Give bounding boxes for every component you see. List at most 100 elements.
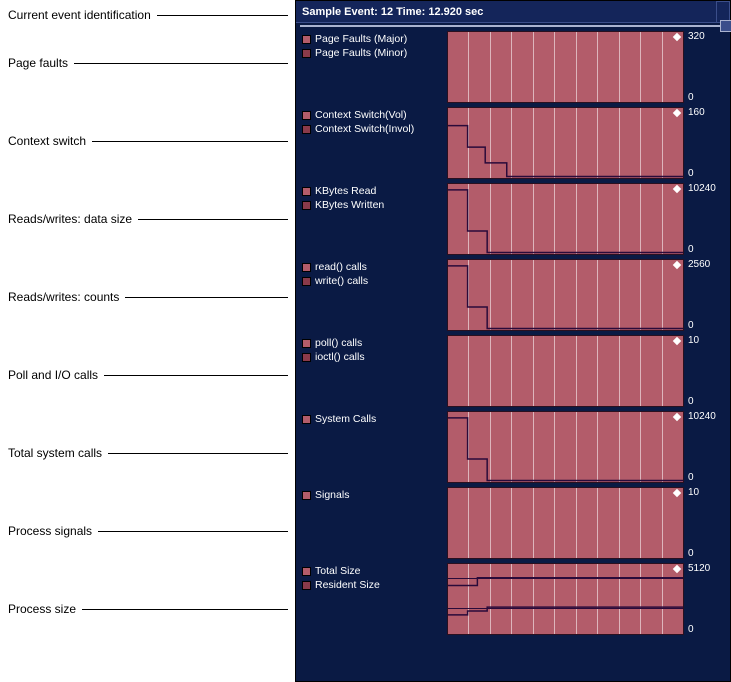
timeline-handle-icon[interactable]: [720, 20, 731, 32]
legend-text: KBytes Written: [315, 199, 384, 211]
legend: read() calls write() calls: [302, 259, 447, 331]
legend-item[interactable]: Page Faults (Major): [302, 33, 447, 45]
y-max: 320: [688, 31, 724, 42]
annotation-label: Page faults: [8, 56, 288, 70]
legend-swatch-icon: [302, 415, 311, 424]
chart-row: Total Size Resident Size 5120 0: [302, 563, 724, 635]
legend-item[interactable]: Context Switch(Invol): [302, 123, 447, 135]
timeline-separator[interactable]: [300, 25, 726, 27]
y-scale: 2560 0: [684, 259, 724, 331]
legend-text: poll() calls: [315, 337, 362, 349]
legend-item[interactable]: write() calls: [302, 275, 447, 287]
legend-item[interactable]: KBytes Read: [302, 185, 447, 197]
chart-plot[interactable]: [447, 563, 684, 635]
y-min: 0: [688, 472, 724, 483]
annotation-label: Total system calls: [8, 446, 288, 460]
legend-text: Context Switch(Vol): [315, 109, 407, 121]
annotation-label: Poll and I/O calls: [8, 368, 288, 382]
y-scale: 10240 0: [684, 411, 724, 483]
chart-row: Context Switch(Vol) Context Switch(Invol)…: [302, 107, 724, 179]
y-scale: 5120 0: [684, 563, 724, 635]
legend-swatch-icon: [302, 111, 311, 120]
chart-plot[interactable]: [447, 411, 684, 483]
legend-text: Resident Size: [315, 579, 380, 591]
legend-swatch-icon: [302, 339, 311, 348]
legend-swatch-icon: [302, 567, 311, 576]
annotation-label: Context switch: [8, 134, 288, 148]
chart-row: System Calls 10240 0: [302, 411, 724, 483]
legend-text: KBytes Read: [315, 185, 376, 197]
y-max: 5120: [688, 563, 724, 574]
legend-item[interactable]: Signals: [302, 489, 447, 501]
usage-viewer-panel: Sample Event: 12 Time: 12.920 sec Page F…: [295, 0, 731, 682]
y-max: 160: [688, 107, 724, 118]
chart-row: KBytes Read KBytes Written 102400: [302, 183, 724, 255]
legend: Page Faults (Major) Page Faults (Minor): [302, 31, 447, 103]
chart-plot[interactable]: [447, 335, 684, 407]
legend-swatch-icon: [302, 201, 311, 210]
legend-item[interactable]: poll() calls: [302, 337, 447, 349]
y-max: 10: [688, 487, 724, 498]
chart-plot[interactable]: [447, 487, 684, 559]
y-scale: 10 0: [684, 335, 724, 407]
legend-text: write() calls: [315, 275, 368, 287]
legend-text: Page Faults (Minor): [315, 47, 407, 59]
y-scale: 10 0: [684, 487, 724, 559]
legend-item[interactable]: read() calls: [302, 261, 447, 273]
y-max: 10240: [688, 183, 724, 194]
y-scale: 1600: [684, 107, 724, 179]
y-scale: 320 0: [684, 31, 724, 103]
y-max: 10240: [688, 411, 724, 422]
legend-item[interactable]: Page Faults (Minor): [302, 47, 447, 59]
legend-text: ioctl() calls: [315, 351, 365, 363]
legend-item[interactable]: Resident Size: [302, 579, 447, 591]
legend-text: Signals: [315, 489, 349, 501]
legend-text: System Calls: [315, 413, 376, 425]
chart-plot[interactable]: [447, 259, 684, 331]
legend-text: Total Size: [315, 565, 361, 577]
legend-text: Page Faults (Major): [315, 33, 407, 45]
annotation-label: Reads/writes: counts: [8, 290, 288, 304]
y-scale: 102400: [684, 183, 724, 255]
chart-row: read() calls write() calls 2560 0: [302, 259, 724, 331]
legend-swatch-icon: [302, 49, 311, 58]
legend-item[interactable]: Context Switch(Vol): [302, 109, 447, 121]
y-max: 10: [688, 335, 724, 346]
annotation-label: Process signals: [8, 524, 288, 538]
legend-item[interactable]: ioctl() calls: [302, 351, 447, 363]
annotation-label: Process size: [8, 602, 288, 616]
legend-swatch-icon: [302, 491, 311, 500]
annotation-column: Current event identification Page faults C…: [0, 0, 295, 682]
legend-swatch-icon: [302, 353, 311, 362]
legend: Context Switch(Vol) Context Switch(Invol): [302, 107, 447, 179]
annotation-label: Current event identification: [8, 8, 288, 22]
y-min: 0: [688, 92, 724, 103]
chart-row: Page Faults (Major) Page Faults (Minor) 32…: [302, 31, 724, 103]
legend-item[interactable]: Total Size: [302, 565, 447, 577]
header-bar: Sample Event: 12 Time: 12.920 sec: [296, 1, 730, 23]
legend-text: read() calls: [315, 261, 367, 273]
legend: Signals: [302, 487, 447, 559]
y-min: 0: [688, 624, 724, 635]
legend-item[interactable]: System Calls: [302, 413, 447, 425]
charts-area: Page Faults (Major) Page Faults (Minor) 32…: [296, 27, 730, 681]
legend: KBytes Read KBytes Written: [302, 183, 447, 255]
legend-swatch-icon: [302, 263, 311, 272]
current-event-label: Sample Event: 12 Time: 12.920 sec: [302, 6, 483, 18]
y-min: 0: [688, 396, 724, 407]
chart-plot[interactable]: [447, 107, 684, 179]
annotation-label: Reads/writes: data size: [8, 212, 288, 226]
legend-swatch-icon: [302, 187, 311, 196]
legend: poll() calls ioctl() calls: [302, 335, 447, 407]
y-min: 0: [688, 320, 724, 331]
y-max: 2560: [688, 259, 724, 270]
chart-row: poll() calls ioctl() calls 10 0: [302, 335, 724, 407]
chart-plot[interactable]: [447, 183, 684, 255]
y-min: 0: [688, 168, 724, 179]
chart-row: Signals 10 0: [302, 487, 724, 559]
chart-plot[interactable]: [447, 31, 684, 103]
y-min: 0: [688, 548, 724, 559]
legend-swatch-icon: [302, 277, 311, 286]
legend: System Calls: [302, 411, 447, 483]
legend-item[interactable]: KBytes Written: [302, 199, 447, 211]
